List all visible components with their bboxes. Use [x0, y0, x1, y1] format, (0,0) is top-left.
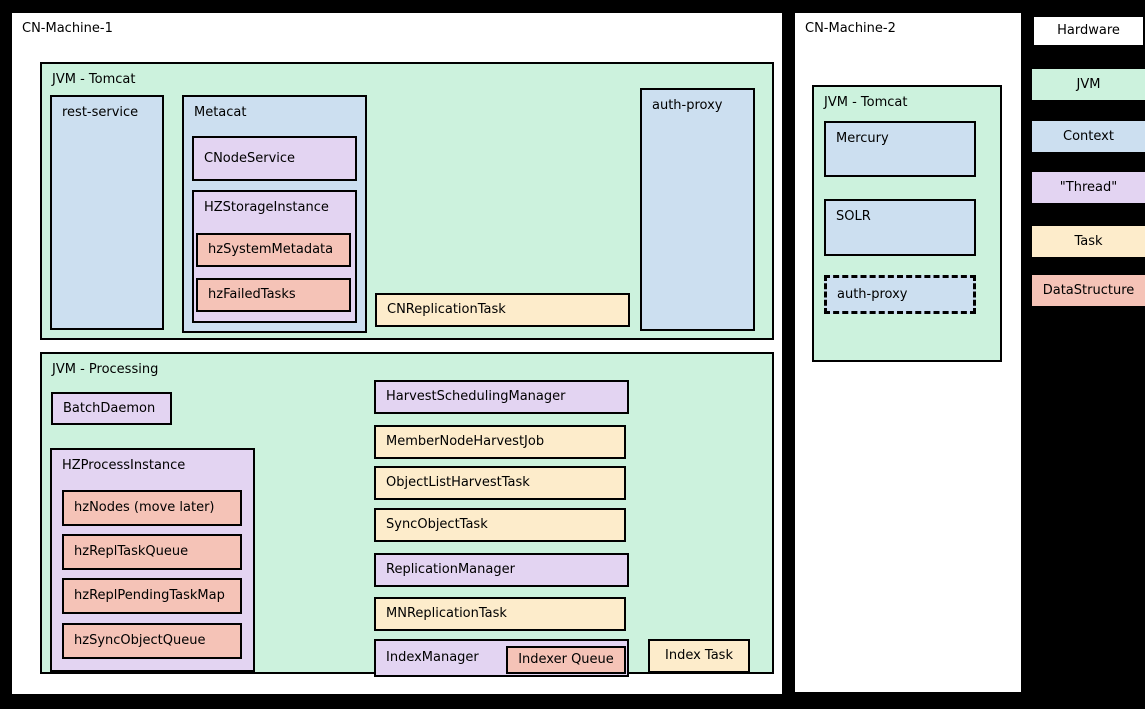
thread-label: HarvestSchedulingManager [386, 390, 565, 404]
datastructure-hzreplpendingtaskmap: hzReplPendingTaskMap [62, 578, 242, 614]
thread-label: HZStorageInstance [204, 201, 329, 215]
legend-item-thread: "Thread" [1032, 172, 1145, 203]
datastructure-label: hzReplTaskQueue [74, 545, 188, 559]
task-label: Index Task [650, 649, 748, 663]
thread-label: ReplicationManager [386, 563, 515, 577]
context-auth-proxy-cn1: auth-proxy [640, 88, 755, 331]
thread-indexmanager: IndexManager Indexer Queue [374, 639, 629, 677]
legend-item-jvm: JVM [1032, 69, 1145, 100]
thread-batchdaemon: BatchDaemon [51, 392, 172, 425]
machine-label: CN-Machine-2 [805, 22, 896, 36]
task-label: SyncObjectTask [386, 518, 488, 532]
legend-item-task: Task [1032, 226, 1145, 257]
context-rest-service: rest-service [50, 95, 164, 330]
task-index-task: Index Task [648, 639, 750, 673]
task-label: ObjectListHarvestTask [386, 476, 530, 490]
context-label: SOLR [836, 210, 871, 224]
task-label: MemberNodeHarvestJob [386, 435, 544, 449]
thread-label: IndexManager [386, 651, 479, 665]
architecture-diagram: CN-Machine-1 JVM - Tomcat rest-service M… [0, 0, 1145, 709]
context-mercury: Mercury [824, 121, 976, 177]
task-objectlistharvesttask: ObjectListHarvestTask [374, 466, 626, 500]
context-label: Mercury [836, 132, 889, 146]
datastructure-label: Indexer Queue [508, 653, 624, 667]
legend-item-context: Context [1032, 121, 1145, 152]
task-label: MNReplicationTask [386, 607, 507, 621]
datastructure-hznodes: hzNodes (move later) [62, 490, 242, 526]
datastructure-label: hzSystemMetadata [208, 243, 333, 257]
legend-label: Task [1032, 234, 1145, 248]
task-cnreplicationtask: CNReplicationTask [375, 293, 630, 327]
legend-label: Hardware [1034, 24, 1143, 38]
context-label: Metacat [194, 106, 247, 120]
jvm-label: JVM - Tomcat [52, 73, 135, 87]
context-label: auth-proxy [837, 287, 907, 301]
datastructure-indexer-queue: Indexer Queue [506, 646, 626, 674]
datastructure-label: hzReplPendingTaskMap [74, 589, 225, 603]
thread-harvestschedulingmanager: HarvestSchedulingManager [374, 380, 629, 414]
task-membernodeharvestjob: MemberNodeHarvestJob [374, 425, 626, 459]
jvm-label: JVM - Processing [52, 363, 158, 377]
datastructure-label: hzNodes (move later) [74, 501, 215, 515]
datastructure-hzsystemmetadata: hzSystemMetadata [196, 233, 351, 267]
context-label: rest-service [62, 106, 138, 120]
datastructure-hzsyncobjectqueue: hzSyncObjectQueue [62, 623, 242, 659]
legend-label: JVM [1032, 77, 1145, 91]
task-label: CNReplicationTask [387, 303, 506, 317]
thread-label: BatchDaemon [63, 401, 155, 415]
context-solr: SOLR [824, 199, 976, 256]
legend-label: DataStructure [1032, 283, 1145, 297]
datastructure-label: hzSyncObjectQueue [74, 634, 205, 648]
context-auth-proxy-cn2: auth-proxy [824, 275, 976, 314]
task-syncobjecttask: SyncObjectTask [374, 508, 626, 542]
machine-label: CN-Machine-1 [22, 22, 113, 36]
legend-label: Context [1032, 129, 1145, 143]
context-label: auth-proxy [652, 99, 722, 113]
datastructure-hzrepltaskqueue: hzReplTaskQueue [62, 534, 242, 570]
legend-label: "Thread" [1032, 180, 1145, 194]
datastructure-hzfailedtasks: hzFailedTasks [196, 278, 351, 312]
thread-replicationmanager: ReplicationManager [374, 553, 629, 587]
task-mnreplicationtask: MNReplicationTask [374, 597, 626, 631]
thread-cnodeservice: CNodeService [192, 136, 357, 181]
datastructure-label: hzFailedTasks [208, 288, 296, 302]
thread-label: HZProcessInstance [62, 459, 185, 473]
jvm-label: JVM - Tomcat [824, 96, 907, 110]
thread-label: CNodeService [204, 151, 295, 165]
legend-item-hardware: Hardware [1032, 15, 1145, 47]
legend-item-datastructure: DataStructure [1032, 275, 1145, 306]
